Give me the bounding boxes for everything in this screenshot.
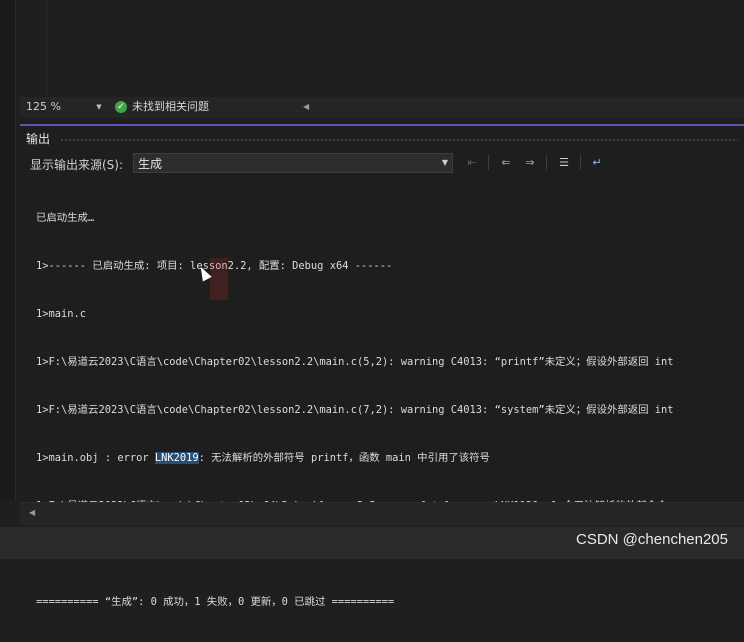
zoom-level[interactable]: 125 % [24, 99, 88, 115]
editor-status-bar: 125 % ▼ ✓ 未找到相关问题 ◀ [20, 97, 744, 118]
next-message-icon[interactable]: ⇒ [521, 154, 539, 171]
log-line-summary: ========== “生成”: 0 成功，1 失败，0 更新，0 已跳过 ==… [36, 596, 395, 608]
scroll-left-arrow-icon[interactable]: ◀ [29, 508, 35, 517]
log-line: 1>F:\易道云2023\C语言\code\Chapter02\lesson2.… [36, 404, 674, 416]
chevron-down-icon: ▼ [441, 158, 448, 167]
scroll-left-arrow-icon[interactable]: ◀ [303, 99, 309, 115]
log-line: 1>main.c [36, 308, 87, 320]
pointer-highlight [210, 258, 228, 300]
left-sidebar-strip [0, 0, 16, 500]
issues-indicator[interactable]: ✓ 未找到相关问题 [115, 99, 209, 115]
error-prefix: 1>main.obj : error [36, 452, 155, 464]
output-panel: 输出 显示输出来源(S): 生成 ▼ ⇤ ⇐ ⇒ ☰ ↵ 已启动生成… 1>--… [20, 126, 744, 608]
output-source-label: 显示输出来源(S): [30, 158, 124, 172]
log-line: 已启动生成… [36, 212, 95, 224]
check-circle-icon: ✓ [115, 101, 127, 113]
output-source-select[interactable]: 生成 ▼ [133, 153, 453, 173]
toolbar-divider [488, 155, 489, 170]
panel-title: 输出 [26, 132, 51, 146]
error-message: : 无法解析的外部符号 printf，函数 main 中引用了该符号 [198, 452, 490, 464]
zoom-dropdown-icon[interactable]: ▼ [92, 99, 106, 115]
toolbar-divider [580, 155, 581, 170]
find-message-icon[interactable]: ⇤ [463, 154, 481, 171]
word-wrap-icon[interactable]: ↵ [588, 154, 606, 171]
watermark: CSDN @chenchen205 [576, 531, 728, 548]
editor-gutter [16, 0, 47, 96]
output-log[interactable]: 已启动生成… 1>------ 已启动生成: 项目: lesson2.2, 配置… [36, 178, 744, 642]
toolbar-divider [546, 155, 547, 170]
log-line: 1>------ 已启动生成: 项目: lesson2.2, 配置: Debug… [36, 260, 393, 272]
code-editor-area[interactable] [47, 0, 744, 96]
panel-drag-handle[interactable] [60, 138, 738, 141]
previous-message-icon[interactable]: ⇐ [497, 154, 515, 171]
horizontal-scrollbar[interactable]: ◀ [20, 502, 744, 525]
log-line-error: 1>main.obj : error LNK2019: 无法解析的外部符号 pr… [36, 450, 744, 466]
clear-all-icon[interactable]: ☰ [555, 154, 573, 171]
output-source-value: 生成 [138, 157, 163, 171]
issues-text: 未找到相关问题 [132, 100, 209, 113]
selected-error-code[interactable]: LNK2019 [154, 452, 199, 464]
log-line: 1>F:\易道云2023\C语言\code\Chapter02\lesson2.… [36, 356, 674, 368]
